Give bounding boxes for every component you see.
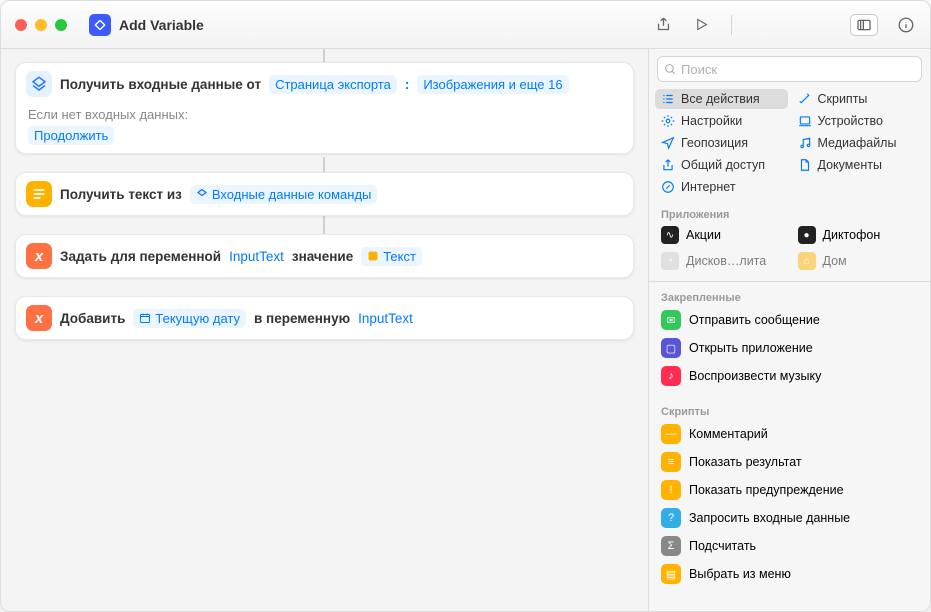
action-icon: — <box>661 424 681 444</box>
input-icon <box>26 71 52 97</box>
action-card-set-variable[interactable]: x Задать для переменной InputText значен… <box>15 234 634 278</box>
action-mid-label: в переменную <box>254 311 350 326</box>
pinned-section-header: Закрепленные <box>649 286 930 306</box>
action-label: Добавить <box>60 311 125 326</box>
action-icon: ♪ <box>661 366 681 386</box>
app-icon: ● <box>798 226 816 244</box>
workflow-canvas[interactable]: Получить входные данные от Страница эксп… <box>1 49 648 611</box>
action-label: Получить текст из <box>60 187 182 202</box>
input-variable-chip[interactable]: Входные данные команды <box>190 185 377 204</box>
category-device[interactable]: Устройство <box>792 111 925 131</box>
search-input[interactable] <box>681 62 915 77</box>
action-icon: ▤ <box>661 564 681 584</box>
pinned-action[interactable]: ✉Отправить сообщение <box>649 306 930 334</box>
titlebar: Add Variable <box>1 1 930 49</box>
continue-chip[interactable]: Продолжить <box>28 126 114 145</box>
variable-name[interactable]: InputText <box>358 311 413 326</box>
variable-name[interactable]: InputText <box>229 249 284 264</box>
traffic-lights <box>15 19 67 31</box>
action-label: Получить входные данные от <box>60 77 261 92</box>
gear-icon <box>661 114 675 128</box>
script-action[interactable]: ΣПодсчитать <box>649 532 930 560</box>
app-icon: ◔ <box>661 252 679 270</box>
search-box[interactable] <box>657 56 922 82</box>
minimize-window-button[interactable] <box>35 19 47 31</box>
zoom-window-button[interactable] <box>55 19 67 31</box>
shortcut-app-icon <box>89 14 111 36</box>
category-music[interactable]: Медиафайлы <box>792 133 925 153</box>
connector-line <box>323 215 325 235</box>
actions-sidebar: Все действияСкриптыНастройкиУстройствоГе… <box>648 49 930 611</box>
app-item[interactable]: ●Диктофон <box>792 223 925 247</box>
category-wand[interactable]: Скрипты <box>792 89 925 109</box>
list-icon <box>661 92 675 106</box>
script-action[interactable]: ?Запросить входные данные <box>649 504 930 532</box>
pinned-action[interactable]: ♪Воспроизвести музыку <box>649 362 930 390</box>
app-window: Add Variable <box>0 0 931 612</box>
app-icon: ⌂ <box>798 252 816 270</box>
share-button[interactable] <box>653 15 673 35</box>
action-icon: ! <box>661 480 681 500</box>
app-item[interactable]: ◔Дисков…лита <box>655 249 788 273</box>
action-icon: ≡ <box>661 452 681 472</box>
input-source-chip[interactable]: Страница экспорта <box>269 75 397 94</box>
script-action[interactable]: ≡Показать результат <box>649 448 930 476</box>
app-icon: ∿ <box>661 226 679 244</box>
info-button[interactable] <box>896 15 916 35</box>
category-list[interactable]: Все действия <box>655 89 788 109</box>
action-card-add-variable[interactable]: x Добавить Текущую дату в переменную Inp… <box>15 296 634 340</box>
search-icon <box>664 63 677 76</box>
app-item[interactable]: ⌂Дом <box>792 249 925 273</box>
script-action[interactable]: ▤Выбрать из меню <box>649 560 930 588</box>
action-icon: ▢ <box>661 338 681 358</box>
music-icon <box>798 136 812 150</box>
action-mid-label: значение <box>292 249 353 264</box>
divider <box>649 281 930 282</box>
script-action[interactable]: —Комментарий <box>649 420 930 448</box>
text-icon <box>26 181 52 207</box>
input-types-chip[interactable]: Изображения и еще 16 <box>417 75 568 94</box>
scripts-section-header: Скрипты <box>649 400 930 420</box>
pinned-action[interactable]: ▢Открыть приложение <box>649 334 930 362</box>
category-doc[interactable]: Документы <box>792 155 925 175</box>
shortcut-title: Add Variable <box>119 17 204 33</box>
category-nav[interactable]: Геопозиция <box>655 133 788 153</box>
library-toggle-button[interactable] <box>850 14 878 36</box>
action-icon: Σ <box>661 536 681 556</box>
value-chip[interactable]: Текст <box>361 247 422 266</box>
close-window-button[interactable] <box>15 19 27 31</box>
script-action[interactable]: !Показать предупреждение <box>649 476 930 504</box>
wand-icon <box>798 92 812 106</box>
safari-icon <box>661 180 675 194</box>
category-share[interactable]: Общий доступ <box>655 155 788 175</box>
nav-icon <box>661 136 675 150</box>
doc-icon <box>798 158 812 172</box>
run-button[interactable] <box>691 15 711 35</box>
category-safari[interactable]: Интернет <box>655 177 788 197</box>
date-chip[interactable]: Текущую дату <box>133 309 246 328</box>
app-item[interactable]: ∿Акции <box>655 223 788 247</box>
variable-icon: x <box>26 243 52 269</box>
category-gear[interactable]: Настройки <box>655 111 788 131</box>
action-card-input[interactable]: Получить входные данные от Страница эксп… <box>15 62 634 154</box>
action-icon: ✉ <box>661 310 681 330</box>
device-icon <box>798 114 812 128</box>
share-icon <box>661 158 675 172</box>
variable-icon: x <box>26 305 52 331</box>
apps-section-header: Приложения <box>649 203 930 223</box>
action-label: Задать для переменной <box>60 249 221 264</box>
action-card-get-text[interactable]: Получить текст из Входные данные команды <box>15 172 634 216</box>
action-icon: ? <box>661 508 681 528</box>
no-input-label: Если нет входных данных: <box>28 107 188 122</box>
